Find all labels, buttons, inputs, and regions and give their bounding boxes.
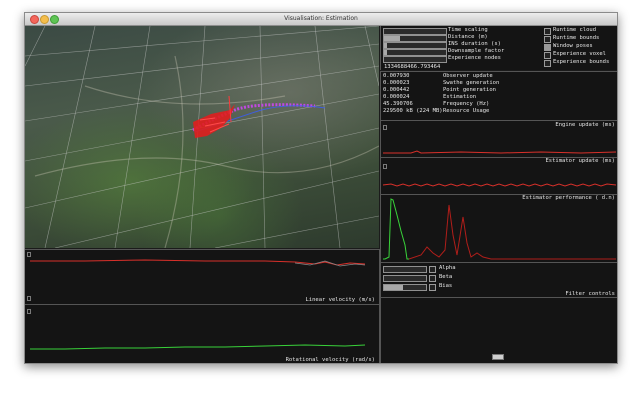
stat-value: 229500 kB (224 MB) — [383, 108, 443, 114]
beta-checkbox[interactable] — [429, 275, 436, 282]
alpha-slider[interactable] — [383, 266, 427, 273]
y-tick-marker — [383, 164, 387, 169]
stat-label: Swathe generation — [443, 80, 500, 86]
window-title: Visualisation: Estimation — [284, 15, 358, 22]
linear-velocity-trace — [30, 259, 366, 267]
distance-slider[interactable] — [383, 35, 447, 42]
bias-slider[interactable] — [383, 284, 427, 291]
rotational-velocity-plot: Rotational velocity (rad/s) — [25, 304, 380, 363]
downsample-factor-slider[interactable] — [383, 49, 447, 56]
resize-handle[interactable] — [492, 354, 504, 360]
stat-label: Observer update — [443, 73, 493, 79]
runtime-bounds-checkbox[interactable] — [544, 36, 551, 43]
rotational-velocity-label: Rotational velocity (rad/s) — [285, 357, 375, 363]
linear-velocity-plot: Linear velocity (m/s) — [25, 249, 380, 304]
stat-row: 0.000023 Swathe generation — [383, 80, 499, 87]
distance-label: Distance (m) — [448, 34, 488, 40]
runtime-bounds-label: Runtime bounds — [553, 35, 600, 41]
vehicle-trajectory — [192, 95, 326, 138]
stat-label: Estimation — [443, 94, 477, 100]
stat-value: 0.007930 — [383, 73, 410, 79]
stat-label: Frequency (Hz) — [443, 101, 490, 107]
y-tick-marker — [383, 125, 387, 130]
empty-panel — [380, 297, 617, 363]
experience-nodes-slider[interactable] — [383, 56, 447, 63]
estimator-performance-label: Estimator performance ( d.n) — [522, 195, 615, 201]
stat-value: 0.000023 — [383, 80, 410, 86]
y-tick-marker — [27, 309, 31, 314]
estimator-update-plot: Estimator update (ms) — [380, 157, 617, 194]
stat-value: 0.000024 — [383, 94, 410, 100]
experience-voxel-checkbox[interactable] — [544, 52, 551, 59]
stats-panel: 0.007930 Observer update 0.000023 Swathe g… — [380, 71, 617, 120]
stat-row: 0.000024 Estimation — [383, 94, 476, 101]
linear-velocity-label: Linear velocity (m/s) — [305, 297, 375, 303]
timestamp-value: 1334688466.793464 — [384, 64, 441, 70]
estimation-window: Visualisation: Estimation Linear velocit… — [24, 12, 618, 364]
stat-value: 0.000442 — [383, 87, 410, 93]
time-scaling-label: Time scaling — [448, 27, 488, 33]
experience-nodes-label: Experience nodes — [448, 55, 501, 61]
stat-row: 229500 kB (224 MB)Resource Usage — [383, 108, 489, 115]
runtime-cloud-label: Runtime cloud — [553, 27, 597, 33]
beta-slider[interactable] — [383, 275, 427, 282]
downsample-factor-label: Downsample factor — [448, 48, 505, 54]
aerial-3d-view[interactable] — [25, 26, 379, 248]
time-scaling-slider[interactable] — [383, 28, 447, 35]
filter-controls-panel: Alpha Beta Bias Filter controls — [380, 262, 617, 297]
engine-update-label: Engine update (ms) — [555, 122, 615, 128]
window-poses-label: Window poses — [553, 43, 593, 49]
stat-row: 0.007930 Observer update — [383, 73, 493, 80]
engine-update-plot: Engine update (ms) — [380, 120, 617, 157]
title-bar: Visualisation: Estimation — [25, 13, 617, 26]
stat-value: 45.390706 — [383, 101, 413, 107]
bias-label: Bias — [439, 283, 453, 289]
estimator-performance-trace — [383, 198, 616, 260]
stat-row: 45.390706 Frequency (Hz) — [383, 101, 489, 108]
alpha-checkbox[interactable] — [429, 266, 436, 273]
stat-row: 0.000442 Point generation — [383, 87, 496, 94]
alpha-label: Alpha — [439, 265, 456, 271]
window-poses-checkbox[interactable] — [544, 44, 551, 51]
controls-panel: Time scaling Distance (m) INS duration (… — [380, 26, 617, 70]
ins-duration-slider[interactable] — [383, 42, 447, 49]
experience-bounds-label: Experience bounds — [553, 59, 610, 65]
rotational-velocity-trace — [30, 344, 366, 350]
bias-checkbox[interactable] — [429, 284, 436, 291]
y-tick-marker — [27, 296, 31, 301]
stat-label: Resource Usage — [443, 108, 490, 114]
runtime-cloud-checkbox[interactable] — [544, 28, 551, 35]
estimator-performance-plot: Estimator performance ( d.n) — [380, 194, 617, 262]
estimator-update-label: Estimator update (ms) — [545, 158, 615, 164]
stat-label: Point generation — [443, 87, 496, 93]
beta-label: Beta — [439, 274, 453, 280]
experience-voxel-label: Experience voxel — [553, 51, 606, 57]
ins-duration-label: INS duration (s) — [448, 41, 501, 47]
experience-bounds-checkbox[interactable] — [544, 60, 551, 67]
y-tick-marker — [27, 252, 31, 257]
